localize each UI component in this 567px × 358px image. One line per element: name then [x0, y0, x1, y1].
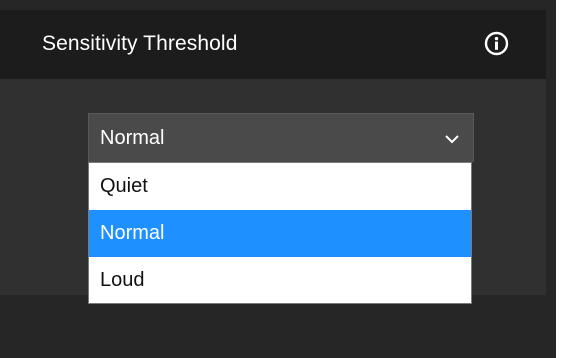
option-normal[interactable]: Normal [89, 210, 471, 257]
option-loud[interactable]: Loud [89, 257, 471, 304]
panel-title: Sensitivity Threshold [42, 32, 238, 55]
info-icon[interactable] [484, 31, 509, 56]
panel-header: Sensitivity Threshold [0, 10, 546, 79]
chevron-down-icon [444, 133, 460, 145]
select-dropdown-list: Quiet Normal Loud [88, 162, 472, 304]
screen: Sensitivity Threshold Normal Quiet Norma… [0, 0, 567, 358]
option-label: Normal [100, 222, 165, 244]
option-quiet[interactable]: Quiet [89, 163, 471, 210]
select-current-value: Normal [100, 127, 165, 149]
option-label: Quiet [100, 175, 148, 197]
sensitivity-select[interactable]: Normal [88, 113, 474, 162]
option-label: Loud [100, 269, 145, 291]
